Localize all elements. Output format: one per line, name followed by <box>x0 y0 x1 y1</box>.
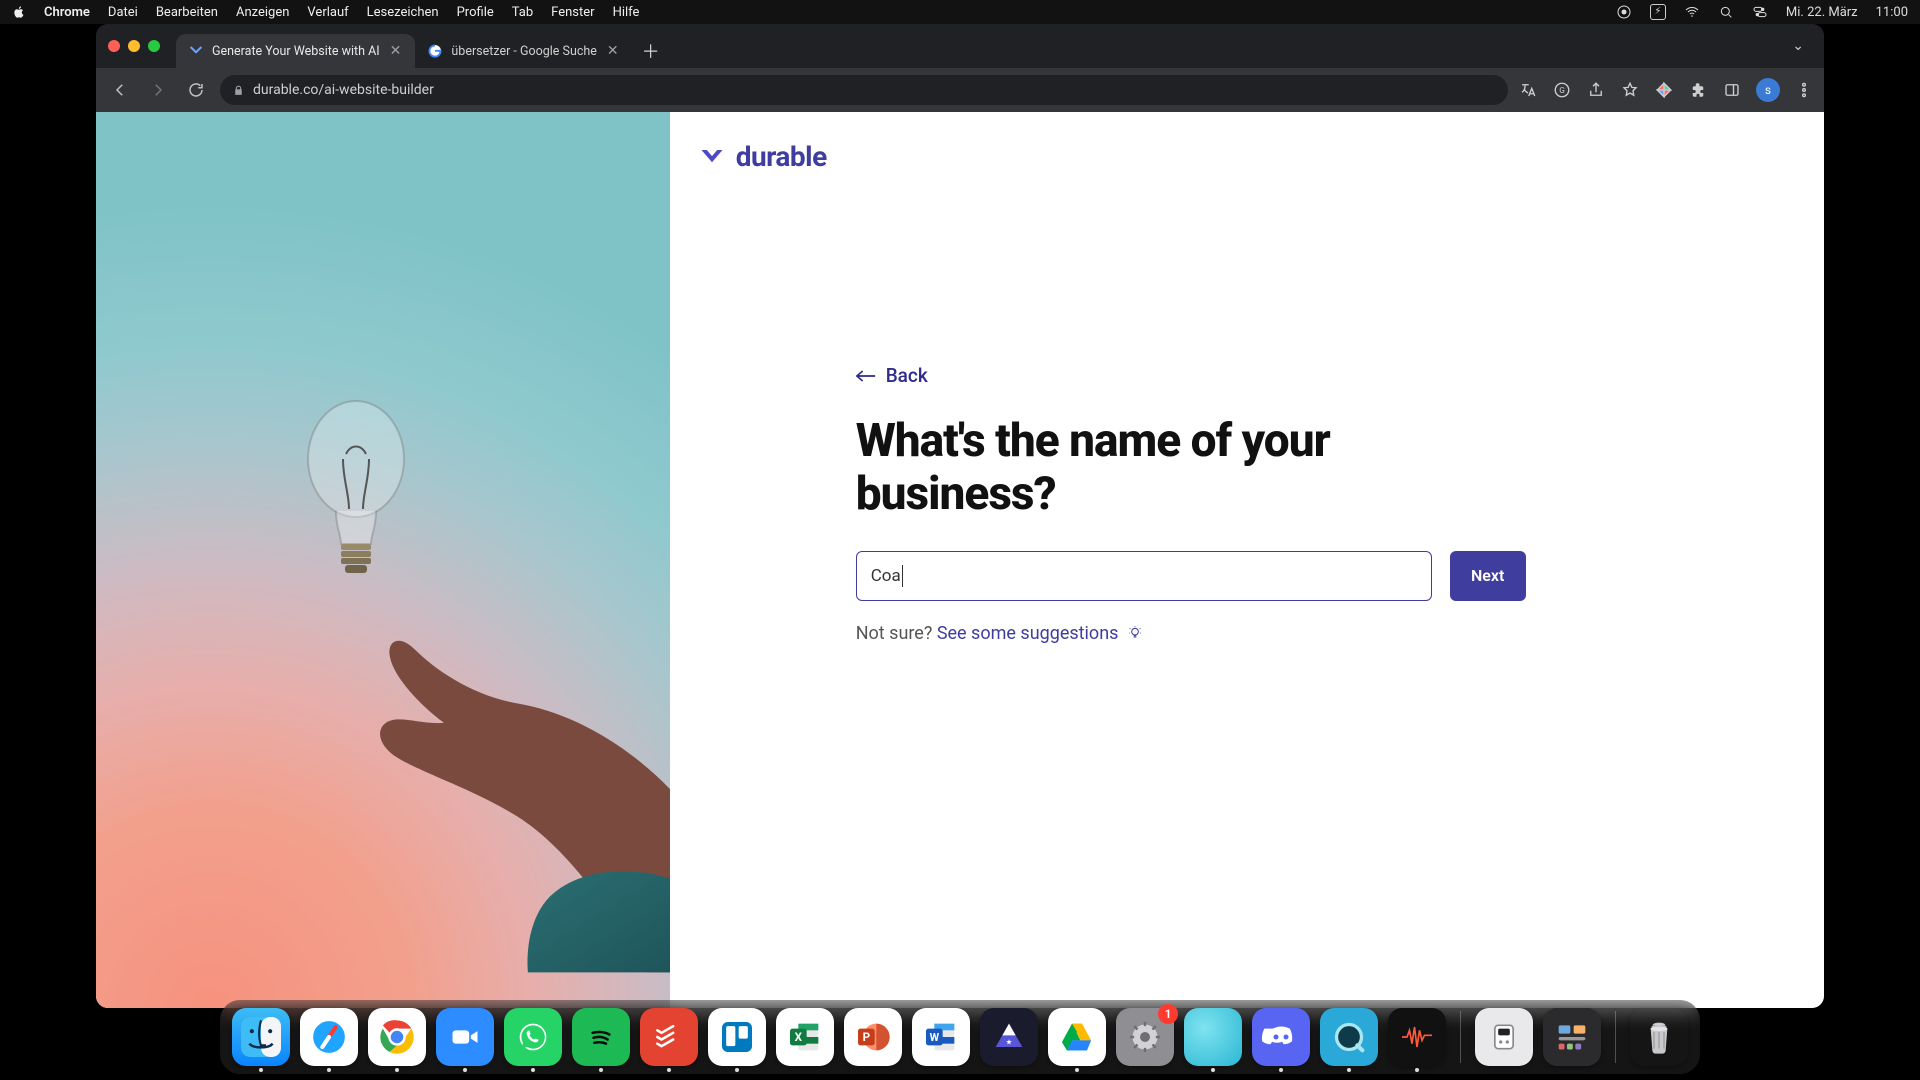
hero-image <box>96 112 670 1008</box>
profile-avatar[interactable]: s <box>1756 78 1780 102</box>
dock-recent-expose[interactable] <box>1543 1008 1601 1066</box>
bookmark-star-icon[interactable] <box>1620 80 1640 100</box>
tab-title: Generate Your Website with AI <box>212 44 380 59</box>
form-pane: durable Back What's the name of your bus… <box>670 112 1824 1008</box>
apple-menu-icon[interactable] <box>12 5 26 19</box>
next-label: Next <box>1471 566 1504 585</box>
lightbulb-hint-icon <box>1123 623 1143 644</box>
menu-item[interactable]: Anzeigen <box>236 5 289 20</box>
nav-reload-button[interactable] <box>182 76 210 104</box>
menubar-spotlight-icon[interactable] <box>1718 4 1734 20</box>
menubar-date[interactable]: Mi. 22. März <box>1786 5 1858 20</box>
menu-item[interactable]: Hilfe <box>613 5 640 20</box>
browser-tab-active[interactable]: Generate Your Website with AI ✕ <box>176 34 415 68</box>
new-tab-button[interactable]: ＋ <box>637 37 665 65</box>
arrow-left-icon <box>856 369 876 383</box>
chrome-menu-icon[interactable] <box>1794 80 1814 100</box>
business-name-input[interactable]: Coa <box>856 551 1432 601</box>
tabs-dropdown-icon[interactable]: ⌄ <box>1784 34 1812 58</box>
back-button[interactable]: Back <box>856 364 928 387</box>
brand-logo[interactable]: durable <box>694 140 1824 173</box>
menu-item[interactable]: Verlauf <box>307 5 348 20</box>
google-extension-icon[interactable]: G <box>1552 80 1572 100</box>
sidepanel-icon[interactable] <box>1722 80 1742 100</box>
tab-title: übersetzer - Google Suche <box>451 44 597 59</box>
dock-app-powerpoint[interactable]: P <box>844 1008 902 1066</box>
menu-item[interactable]: Bearbeiten <box>156 5 218 20</box>
durable-logo-icon <box>698 143 726 171</box>
dock-app-imovie[interactable]: ★ <box>980 1008 1038 1066</box>
see-suggestions-link[interactable]: See some suggestions <box>937 623 1119 644</box>
not-sure-text: Not sure? <box>856 623 937 644</box>
svg-text:W: W <box>930 1031 940 1044</box>
dock-app-trello[interactable] <box>708 1008 766 1066</box>
dock-trash[interactable] <box>1630 1008 1688 1066</box>
dock-app-whatsapp[interactable] <box>504 1008 562 1066</box>
share-icon[interactable] <box>1586 80 1606 100</box>
menubar-battery-icon[interactable]: ⚡︎ <box>1650 4 1666 20</box>
dock-app-discord[interactable] <box>1252 1008 1310 1066</box>
window-traffic-lights <box>108 40 160 52</box>
macos-menubar: Chrome Datei Bearbeiten Anzeigen Verlauf… <box>0 0 1920 24</box>
nav-back-button[interactable] <box>106 76 134 104</box>
page-headline: What's the name of your business? <box>856 415 1416 521</box>
dock-badge: 1 <box>1158 1004 1178 1024</box>
chrome-window: Generate Your Website with AI ✕ übersetz… <box>96 24 1824 1008</box>
translate-extension-icon[interactable] <box>1518 80 1538 100</box>
dock-app-zoom[interactable] <box>436 1008 494 1066</box>
menubar-app-name[interactable]: Chrome <box>44 5 90 20</box>
menu-item[interactable]: Tab <box>512 5 533 20</box>
dock-recent-utility[interactable] <box>1475 1008 1533 1066</box>
menubar-control-center-icon[interactable] <box>1752 4 1768 20</box>
svg-text:G: G <box>1559 86 1565 96</box>
extension-color-icon[interactable] <box>1654 80 1674 100</box>
page-viewport: durable Back What's the name of your bus… <box>96 112 1824 1008</box>
brand-name: durable <box>736 140 827 173</box>
dock-app-circle[interactable] <box>1184 1008 1242 1066</box>
window-zoom-button[interactable] <box>148 40 160 52</box>
suggestions-line: Not sure? See some suggestions <box>856 623 1536 644</box>
next-button[interactable]: Next <box>1450 551 1526 601</box>
input-value: Coa <box>871 566 901 586</box>
dock-app-safari[interactable] <box>300 1008 358 1066</box>
window-minimize-button[interactable] <box>128 40 140 52</box>
back-label: Back <box>886 364 928 387</box>
menubar-wifi-icon[interactable] <box>1684 4 1700 20</box>
menu-item[interactable]: Lesezeichen <box>367 5 439 20</box>
tab-close-icon[interactable]: ✕ <box>605 44 621 58</box>
dock-app-quicktime[interactable] <box>1320 1008 1378 1066</box>
lightbulb-illustration <box>291 399 421 599</box>
dock-app-spotify[interactable] <box>572 1008 630 1066</box>
menu-item[interactable]: Datei <box>108 5 138 20</box>
svg-text:P: P <box>863 1030 871 1044</box>
menubar-time[interactable]: 11:00 <box>1876 5 1908 20</box>
dock-app-chrome[interactable] <box>368 1008 426 1066</box>
google-favicon-icon <box>427 43 443 59</box>
window-close-button[interactable] <box>108 40 120 52</box>
nav-forward-button[interactable] <box>144 76 172 104</box>
extensions-puzzle-icon[interactable] <box>1688 80 1708 100</box>
browser-tab[interactable]: übersetzer - Google Suche ✕ <box>415 34 632 68</box>
macos-dock: X P W ★ 1 <box>220 1000 1700 1074</box>
menu-item[interactable]: Fenster <box>551 5 594 20</box>
site-lock-icon[interactable] <box>232 84 245 97</box>
tab-close-icon[interactable]: ✕ <box>388 44 404 58</box>
dock-app-word[interactable]: W <box>912 1008 970 1066</box>
dock-app-audio[interactable] <box>1388 1008 1446 1066</box>
durable-favicon-icon <box>188 43 204 59</box>
dock-app-excel[interactable]: X <box>776 1008 834 1066</box>
dock-app-settings[interactable]: 1 <box>1116 1008 1174 1066</box>
dock-app-todoist[interactable] <box>640 1008 698 1066</box>
menubar-record-icon[interactable] <box>1616 4 1632 20</box>
svg-text:★: ★ <box>1006 1038 1013 1047</box>
svg-text:X: X <box>795 1030 803 1044</box>
address-bar[interactable]: durable.co/ai-website-builder <box>220 75 1508 105</box>
dock-app-drive[interactable] <box>1048 1008 1106 1066</box>
chrome-toolbar: durable.co/ai-website-builder G s <box>96 68 1824 112</box>
dock-app-finder[interactable] <box>232 1008 290 1066</box>
chrome-tabstrip: Generate Your Website with AI ✕ übersetz… <box>96 24 1824 68</box>
address-bar-url: durable.co/ai-website-builder <box>253 82 434 98</box>
menu-item[interactable]: Profile <box>457 5 494 20</box>
